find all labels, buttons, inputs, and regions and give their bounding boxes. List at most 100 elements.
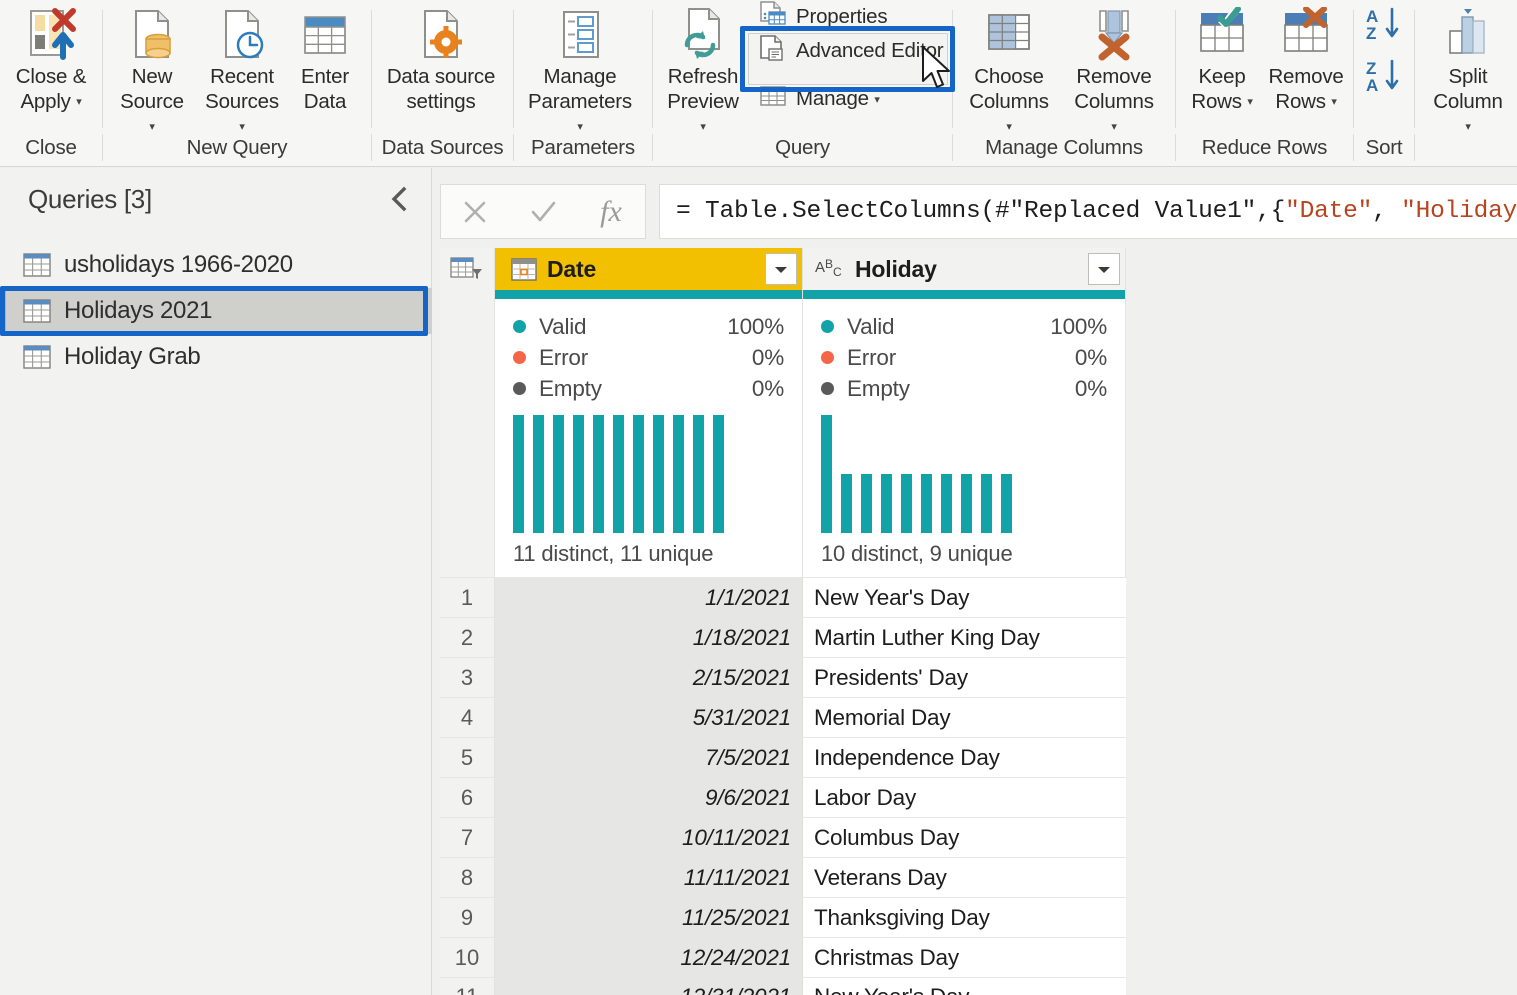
cell-date[interactable]: 1/18/2021 (495, 618, 803, 657)
quality-gutter (440, 290, 495, 577)
quality-stats-date: Valid 100% Error 0% Empty 0% (495, 299, 802, 404)
checkmark-icon[interactable] (514, 185, 572, 238)
chevron-down-icon[interactable] (1088, 253, 1120, 285)
recent-sources-label-1: Recent (210, 65, 274, 88)
cell-date[interactable]: 2/15/2021 (495, 658, 803, 697)
table-select-all-icon[interactable] (440, 248, 495, 290)
recent-sources-button[interactable]: Recent Sources ▾ (196, 2, 288, 140)
sidebar-item-usholidays-1966-2020[interactable]: usholidays 1966-2020 (0, 242, 432, 288)
keep-rows-button[interactable]: Keep Rows ▾ (1182, 2, 1262, 115)
manage-parameters-button[interactable]: Manage Parameters ▾ (520, 2, 640, 140)
advanced-editor-button[interactable]: Advanced Editor (752, 34, 951, 68)
table-row[interactable]: 5 7/5/2021 Independence Day (440, 737, 1126, 777)
cell-date[interactable]: 9/6/2021 (495, 778, 803, 817)
cell-date[interactable]: 12/31/2021 (495, 978, 803, 995)
chevron-down-icon[interactable]: ▾ (874, 94, 880, 106)
chevron-left-icon[interactable] (382, 182, 416, 216)
formula-input[interactable]: = Table.SelectColumns(#"Replaced Value1"… (659, 184, 1517, 239)
formula-bar: fx = Table.SelectColumns(#"Replaced Valu… (440, 184, 1517, 239)
group-label-new-query: New Query (186, 136, 288, 159)
sort-descending-button[interactable]: Z A (1362, 54, 1408, 106)
remove-rows-button[interactable]: Remove Rows ▾ (1264, 2, 1348, 115)
cell-holiday[interactable]: Independence Day (803, 738, 1126, 777)
cell-date[interactable]: 5/31/2021 (495, 698, 803, 737)
new-source-button[interactable]: New Source ▾ (110, 2, 194, 140)
refresh-preview-button[interactable]: Refresh Preview ▾ (658, 2, 748, 140)
error-dot-icon (513, 351, 526, 364)
manage-icon (758, 84, 788, 115)
table-row[interactable]: 1112/31/2021New Year's Day (440, 977, 1126, 995)
row-number: 3 (440, 658, 495, 697)
table-row[interactable]: 3 2/15/2021 Presidents' Day (440, 657, 1126, 697)
text-type-icon: A B C (815, 256, 849, 282)
cell-holiday[interactable]: Labor Day (803, 778, 1126, 817)
fx-icon[interactable]: fx (582, 185, 640, 238)
chevron-down-icon[interactable]: ▾ (1331, 96, 1337, 108)
formula-bar-buttons: fx (440, 184, 646, 239)
close-and-apply-button[interactable]: Close & Apply ▾ (8, 2, 94, 115)
table-row[interactable]: 2 1/18/2021 Martin Luther King Day (440, 617, 1126, 657)
value-distribution-histogram-holiday (821, 413, 1125, 533)
split-column-button[interactable]: Split Column ▾ (1422, 2, 1514, 140)
cell-holiday[interactable]: Veterans Day (803, 858, 1126, 897)
chevron-down-icon[interactable]: ▾ (1247, 96, 1253, 108)
manage-parameters-label-2-text: Parameters (528, 90, 632, 113)
table-row[interactable]: 1 1/1/2021 New Year's Day (440, 577, 1126, 617)
properties-icon (758, 0, 788, 34)
svg-text:C: C (833, 265, 842, 279)
data-source-settings-button[interactable]: Data source settings (378, 2, 504, 114)
histogram-bar (841, 474, 852, 533)
cell-holiday[interactable]: Memorial Day (803, 698, 1126, 737)
choose-columns-button[interactable]: Choose Columns ▾ (960, 2, 1058, 140)
cell-date[interactable]: 11/11/2021 (495, 858, 803, 897)
empty-label: Empty (539, 375, 602, 401)
column-header-date[interactable]: Date (495, 248, 803, 290)
table-row[interactable]: 10 12/24/2021 Christmas Day (440, 937, 1126, 977)
table-row[interactable]: 8 11/11/2021 Veterans Day (440, 857, 1126, 897)
cell-holiday[interactable]: New Year's Day (803, 578, 1126, 617)
new-source-label-2-text: Source (120, 90, 184, 113)
cell-holiday[interactable]: Presidents' Day (803, 658, 1126, 697)
column-header-holiday[interactable]: A B C Holiday (803, 248, 1126, 290)
vertical-scrollbar[interactable] (1126, 248, 1131, 995)
data-source-settings-label-1: Data source (386, 65, 496, 88)
data-source-settings-label-2: settings (406, 90, 476, 113)
cell-holiday[interactable]: Columbus Day (803, 818, 1126, 857)
cell-date[interactable]: 7/5/2021 (495, 738, 803, 777)
cell-holiday[interactable]: Thanksgiving Day (803, 898, 1126, 937)
group-separator (952, 10, 953, 128)
error-value: 0% (751, 344, 784, 370)
histogram-bar (1001, 474, 1012, 533)
sidebar-item-holiday-grab[interactable]: Holiday Grab (0, 334, 432, 380)
table-row[interactable]: 4 5/31/2021 Memorial Day (440, 697, 1126, 737)
svg-text:A: A (815, 259, 825, 276)
cell-date[interactable]: 10/11/2021 (495, 818, 803, 857)
empty-dot-icon (821, 382, 834, 395)
table-row[interactable]: 9 11/25/2021 Thanksgiving Day (440, 897, 1126, 937)
formula-part-string-date: "Date" (1285, 198, 1373, 225)
manage-button[interactable]: Manage ▾ (752, 82, 888, 116)
sort-ascending-button[interactable]: A Z (1362, 2, 1408, 54)
quality-valid-row: Valid 100% (821, 311, 1107, 342)
group-label-data-sources: Data Sources (381, 136, 504, 159)
cell-holiday[interactable]: Martin Luther King Day (803, 618, 1126, 657)
cell-date[interactable]: 1/1/2021 (495, 578, 803, 617)
enter-data-button[interactable]: Enter Data (292, 2, 358, 114)
group-separator (371, 10, 372, 128)
cell-holiday[interactable]: Christmas Day (803, 938, 1126, 977)
close-apply-icon (23, 6, 79, 64)
properties-button[interactable]: Properties (752, 0, 895, 34)
table-row[interactable]: 6 9/6/2021 Labor Day (440, 777, 1126, 817)
chevron-down-icon[interactable] (765, 253, 797, 285)
cancel-x-icon[interactable] (446, 185, 504, 238)
cell-date[interactable]: 12/24/2021 (495, 938, 803, 977)
remove-columns-button[interactable]: Remove Columns ▾ (1064, 2, 1164, 140)
histogram-bar (981, 474, 992, 533)
data-preview-grid: Date A B C Holiday Valid 100% Error 0% E… (440, 248, 1126, 995)
cell-date[interactable]: 11/25/2021 (495, 898, 803, 937)
cell-holiday[interactable]: New Year's Day (803, 978, 1126, 995)
sidebar-item-holidays-2021[interactable]: Holidays 2021 (0, 288, 432, 334)
chevron-down-icon[interactable]: ▾ (76, 96, 82, 108)
queries-pane: Queries [3] usholidays 1966-2020 Holiday… (0, 168, 432, 995)
table-row[interactable]: 7 10/11/2021 Columbus Day (440, 817, 1126, 857)
